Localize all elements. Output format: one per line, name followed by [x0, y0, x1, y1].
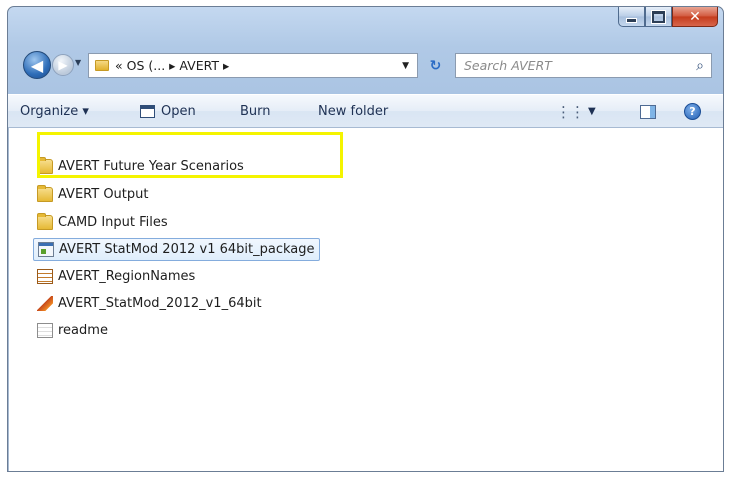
chevron-down-icon: ▼ — [588, 106, 596, 117]
file-name: readme — [58, 322, 108, 338]
address-bar[interactable]: « OS (... ▸ AVERT ▸ ▼ — [88, 53, 418, 78]
list-item[interactable]: AVERT Future Year Scenarios — [33, 156, 248, 176]
folder-icon — [37, 156, 53, 174]
folder-icon — [95, 60, 109, 71]
help-icon: ? — [684, 103, 701, 120]
text-file-icon — [37, 322, 53, 338]
search-icon[interactable]: ⌕ — [696, 58, 704, 74]
close-button[interactable]: ✕ — [672, 7, 718, 27]
new-folder-button[interactable]: New folder — [318, 95, 388, 128]
organize-button[interactable]: Organize ▾ — [20, 95, 89, 128]
file-name: AVERT_RegionNames — [58, 268, 196, 284]
forward-button[interactable]: ▶ — [52, 54, 74, 76]
window-controls: ✕ — [618, 7, 718, 28]
spreadsheet-icon — [37, 268, 53, 284]
file-name: AVERT Future Year Scenarios — [58, 158, 244, 174]
file-name: AVERT Output — [58, 186, 149, 202]
recent-pages-button[interactable]: ▼ — [75, 58, 81, 67]
navigation-bar: ◀ ▶ ▼ « OS (... ▸ AVERT ▸ ▼ ↻ Search AVE… — [8, 48, 723, 84]
burn-button[interactable]: Burn — [240, 95, 271, 128]
burn-label: Burn — [240, 104, 271, 119]
minimize-button[interactable] — [618, 7, 645, 27]
list-item[interactable]: AVERT_StatMod_2012_v1_64bit — [33, 293, 266, 313]
list-item-selected[interactable]: AVERT StatMod 2012 v1 64bit_package — [33, 238, 320, 261]
back-button[interactable]: ◀ — [23, 51, 51, 79]
organize-label: Organize ▾ — [20, 104, 89, 119]
change-view-button[interactable]: ⋮⋮ — [556, 95, 585, 128]
maximize-icon — [652, 10, 665, 23]
open-window-icon — [140, 105, 155, 118]
title-bar[interactable]: ✕ — [8, 7, 723, 43]
file-name: AVERT StatMod 2012 v1 64bit_package — [59, 242, 315, 257]
command-bar: Organize ▾ Open Burn New folder ⋮⋮ ▼ ? — [8, 94, 723, 128]
maximize-button[interactable] — [645, 7, 672, 27]
open-label: Open — [161, 104, 196, 119]
list-item[interactable]: AVERT_RegionNames — [33, 266, 199, 286]
search-placeholder: Search AVERT — [464, 58, 552, 73]
list-item[interactable]: readme — [33, 320, 112, 340]
list-item[interactable]: CAMD Input Files — [33, 212, 172, 232]
file-name: AVERT_StatMod_2012_v1_64bit — [58, 295, 262, 311]
list-item[interactable]: AVERT Output — [33, 184, 153, 204]
views-icon: ⋮⋮ — [556, 102, 585, 121]
breadcrumb[interactable]: « OS (... ▸ AVERT ▸ — [115, 58, 229, 73]
search-box[interactable]: Search AVERT ⌕ — [455, 53, 712, 78]
address-dropdown-icon[interactable]: ▼ — [402, 61, 409, 71]
file-list-pane[interactable]: AVERT Future Year Scenarios AVERT Output… — [8, 128, 723, 471]
folder-icon — [37, 212, 53, 230]
file-name: CAMD Input Files — [58, 214, 168, 230]
folder-icon — [37, 184, 53, 202]
minimize-icon — [626, 17, 637, 23]
view-options-dropdown[interactable]: ▼ — [588, 95, 596, 128]
close-icon: ✕ — [689, 8, 701, 25]
open-button[interactable]: Open — [140, 95, 196, 128]
preview-pane-button[interactable] — [640, 95, 656, 128]
refresh-icon: ↻ — [429, 57, 442, 74]
matlab-icon — [37, 295, 53, 311]
application-icon — [38, 242, 54, 257]
explorer-window: ✕ ◀ ▶ ▼ « OS (... ▸ AVERT ▸ ▼ ↻ Search A… — [7, 6, 724, 472]
refresh-button[interactable]: ↻ — [421, 53, 450, 78]
help-button[interactable]: ? — [684, 95, 701, 128]
preview-pane-icon — [640, 104, 656, 119]
back-arrow-icon: ◀ — [30, 55, 44, 75]
new-folder-label: New folder — [318, 104, 389, 119]
forward-arrow-icon: ▶ — [58, 58, 68, 72]
